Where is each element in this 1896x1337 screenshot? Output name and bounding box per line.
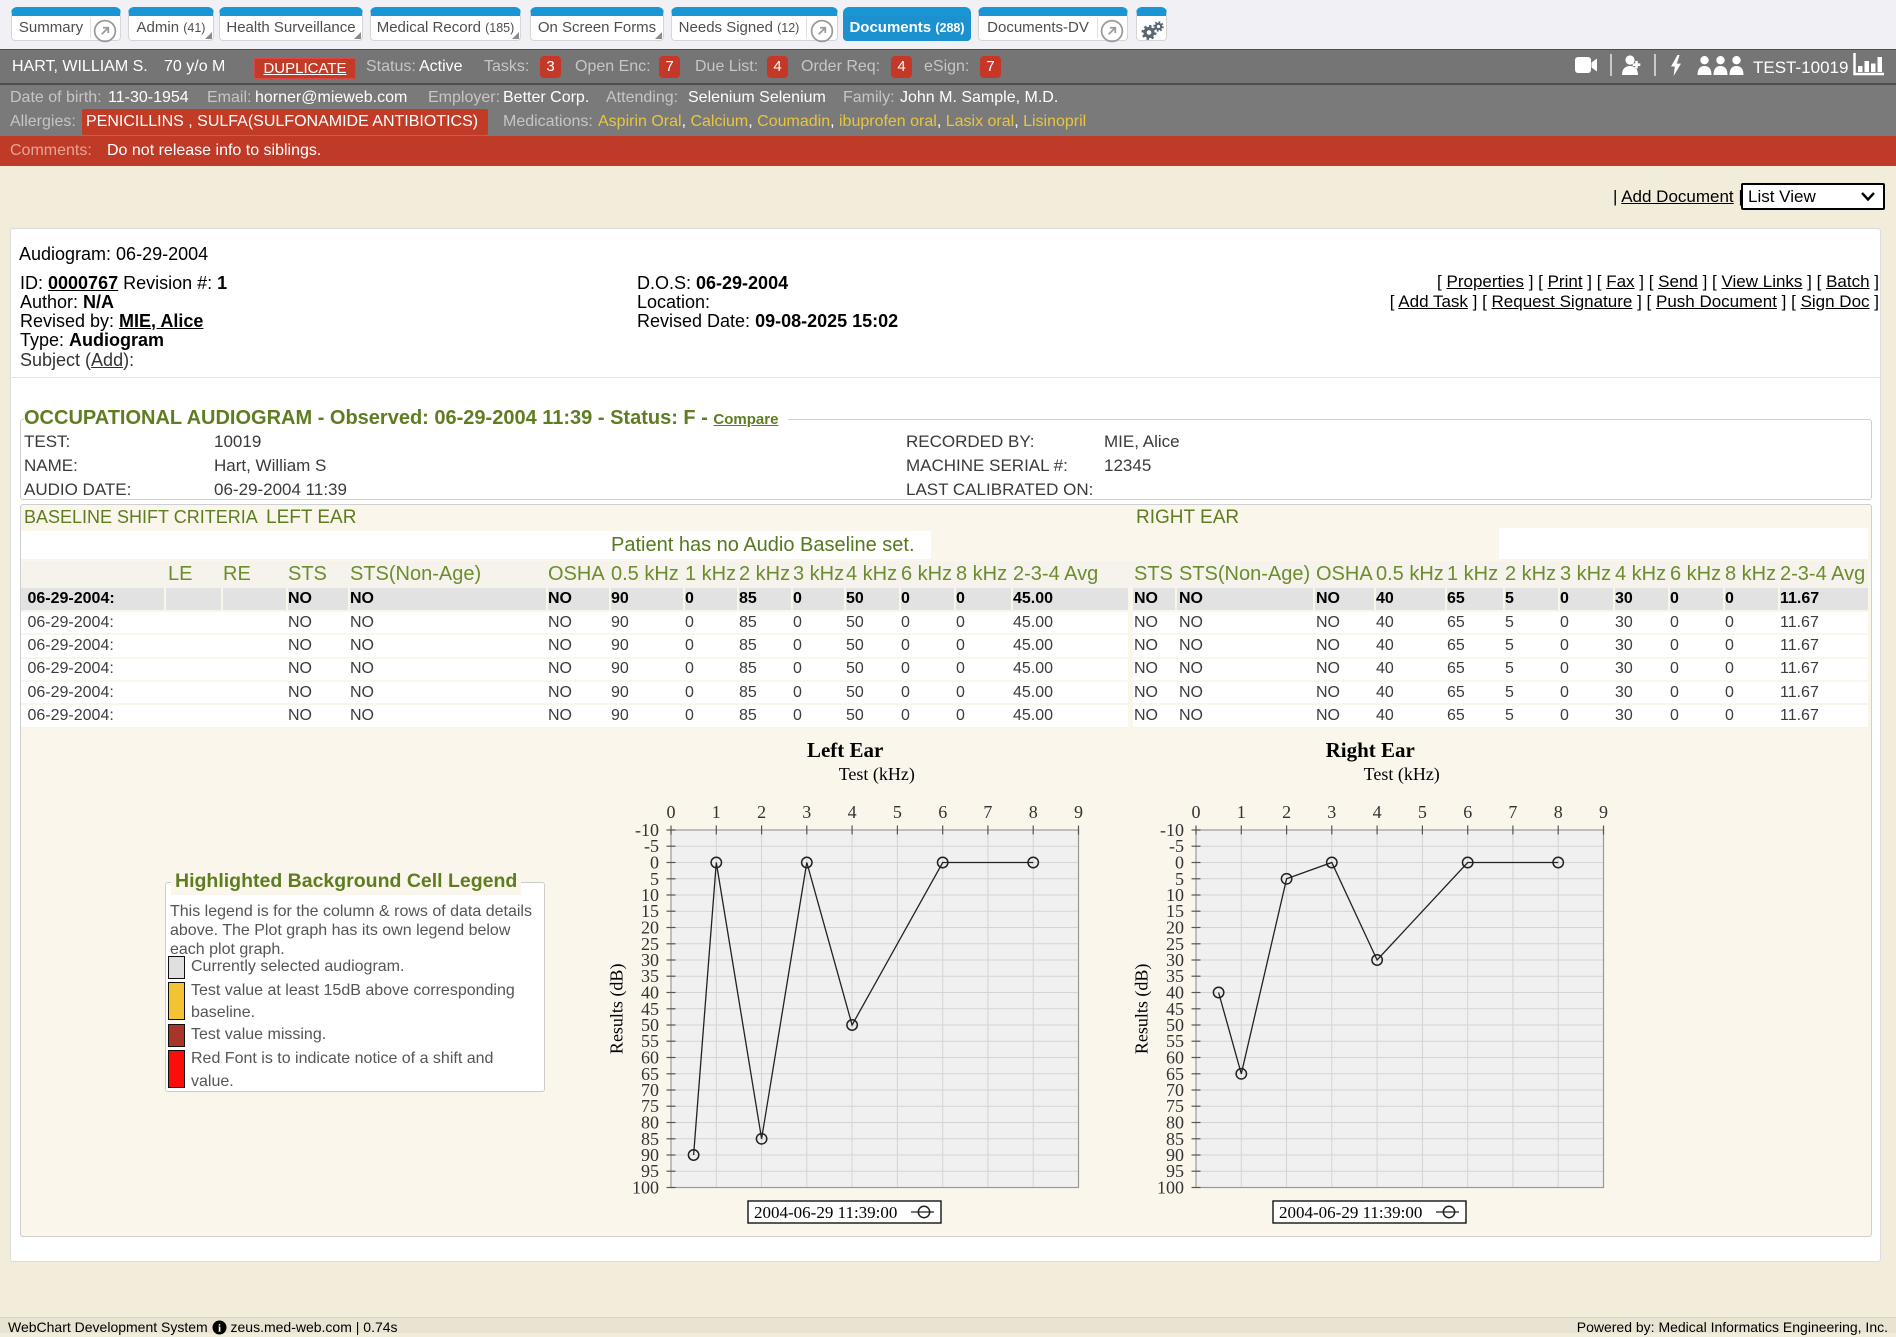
svg-text:0: 0 bbox=[1191, 802, 1200, 822]
svg-text:9: 9 bbox=[1599, 802, 1608, 822]
svg-text:3: 3 bbox=[802, 802, 811, 822]
svg-text:3: 3 bbox=[1327, 802, 1336, 822]
svg-text:4: 4 bbox=[1372, 802, 1381, 822]
svg-text:Results (dB): Results (dB) bbox=[607, 964, 628, 1055]
svg-text:6: 6 bbox=[938, 802, 947, 822]
svg-text:1: 1 bbox=[1236, 802, 1245, 822]
svg-text:5: 5 bbox=[1417, 802, 1426, 822]
svg-text:Left Ear: Left Ear bbox=[807, 738, 883, 762]
svg-text:Test (kHz): Test (kHz) bbox=[1363, 764, 1439, 785]
svg-text:5: 5 bbox=[893, 802, 902, 822]
svg-text:8: 8 bbox=[1029, 802, 1038, 822]
svg-text:9: 9 bbox=[1074, 802, 1083, 822]
svg-text:2: 2 bbox=[757, 802, 766, 822]
svg-text:7: 7 bbox=[983, 802, 992, 822]
svg-text:2: 2 bbox=[1282, 802, 1291, 822]
svg-text:100: 100 bbox=[1157, 1178, 1184, 1198]
svg-text:Right Ear: Right Ear bbox=[1325, 738, 1414, 762]
svg-text:Results (dB): Results (dB) bbox=[1131, 964, 1152, 1055]
svg-text:2004-06-29 11:39:00: 2004-06-29 11:39:00 bbox=[754, 1203, 897, 1222]
svg-text:Test (kHz): Test (kHz) bbox=[839, 764, 915, 785]
svg-text:4: 4 bbox=[848, 802, 857, 822]
svg-text:2004-06-29 11:39:00: 2004-06-29 11:39:00 bbox=[1279, 1203, 1422, 1222]
svg-text:7: 7 bbox=[1508, 802, 1517, 822]
svg-text:6: 6 bbox=[1463, 802, 1472, 822]
svg-text:100: 100 bbox=[632, 1178, 659, 1198]
svg-text:1: 1 bbox=[712, 802, 721, 822]
svg-text:8: 8 bbox=[1553, 802, 1562, 822]
svg-text:0: 0 bbox=[667, 802, 676, 822]
